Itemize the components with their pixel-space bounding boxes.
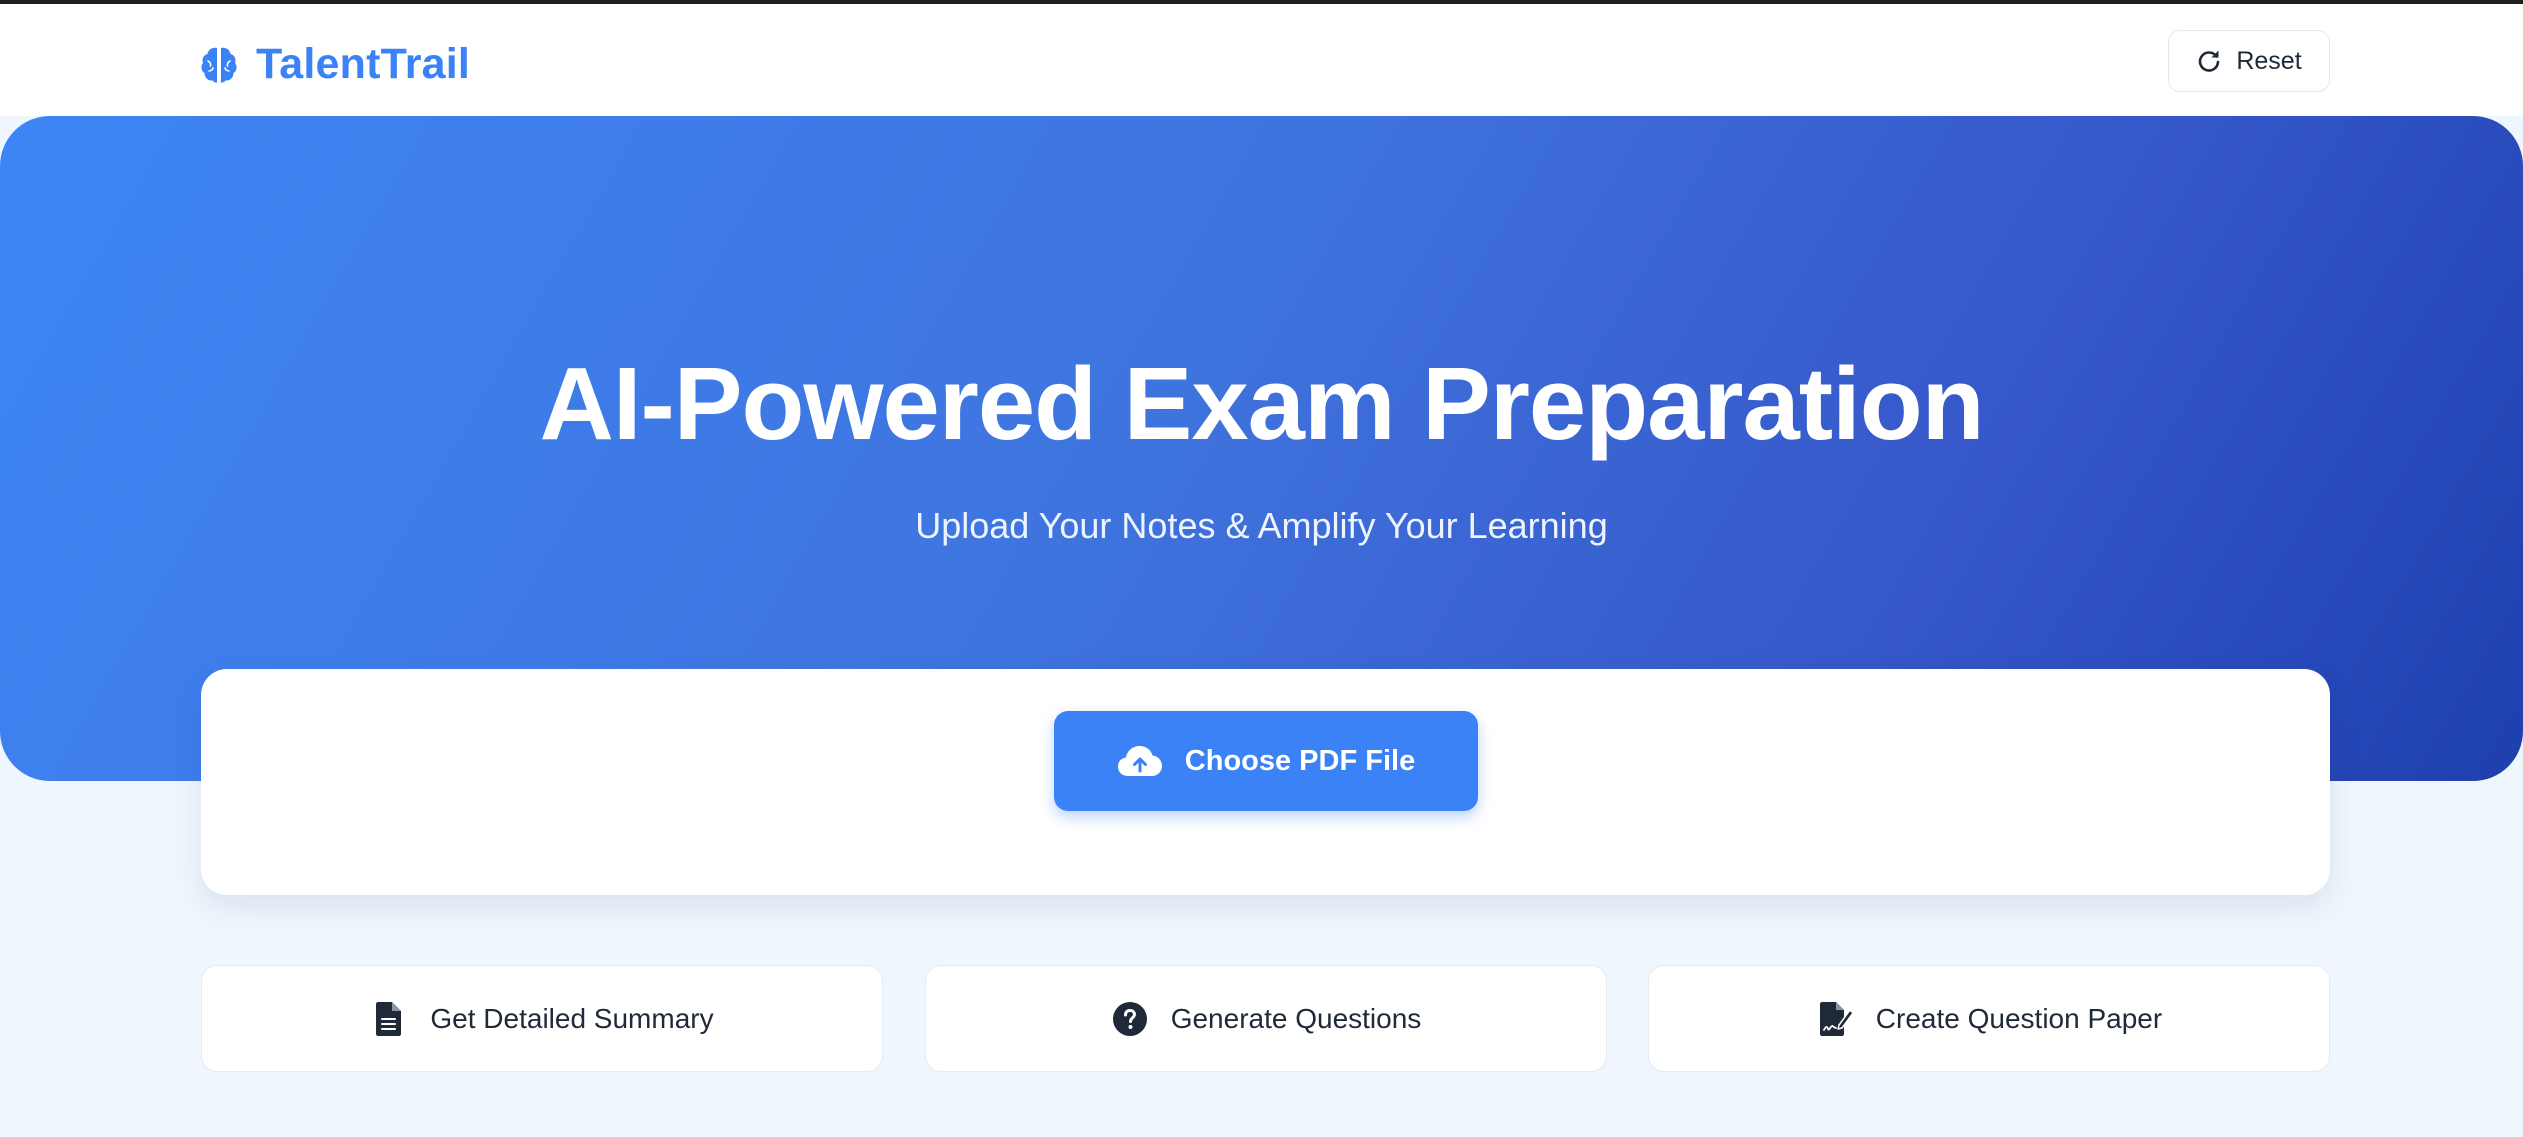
create-question-paper-button[interactable]: Create Question Paper — [1648, 965, 2330, 1072]
rotate-right-icon — [2199, 50, 2220, 72]
action-label: Create Question Paper — [1875, 1002, 2163, 1034]
upload-card: Choose PDF File — [201, 669, 2330, 895]
brand-logo[interactable]: TalentTrail — [200, 34, 470, 94]
generate-questions-button[interactable]: Generate Questions — [925, 965, 1607, 1072]
brain-icon — [201, 47, 237, 83]
choose-pdf-label: Choose PDF File — [1184, 744, 1416, 777]
question-circle-icon — [1112, 1001, 1147, 1036]
cloud-upload-icon — [1117, 746, 1162, 776]
hero-subtitle: Upload Your Notes & Amplify Your Learnin… — [915, 505, 1608, 546]
action-cards: Get Detailed Summary Generate Questions … — [201, 965, 2330, 1072]
brand-name: TalentTrail — [256, 39, 471, 88]
choose-pdf-button[interactable]: Choose PDF File — [1054, 711, 1478, 811]
navbar: TalentTrail Reset — [0, 4, 2523, 116]
get-detailed-summary-button[interactable]: Get Detailed Summary — [201, 965, 883, 1072]
file-lines-icon — [376, 1001, 402, 1036]
hero-title: AI-Powered Exam Preparation — [539, 346, 1984, 461]
reset-label: Reset — [2236, 46, 2302, 75]
file-signature-icon — [1819, 1001, 1854, 1036]
action-label: Generate Questions — [1170, 1002, 1422, 1034]
action-label: Get Detailed Summary — [430, 1002, 714, 1034]
reset-button[interactable]: Reset — [2168, 30, 2330, 92]
